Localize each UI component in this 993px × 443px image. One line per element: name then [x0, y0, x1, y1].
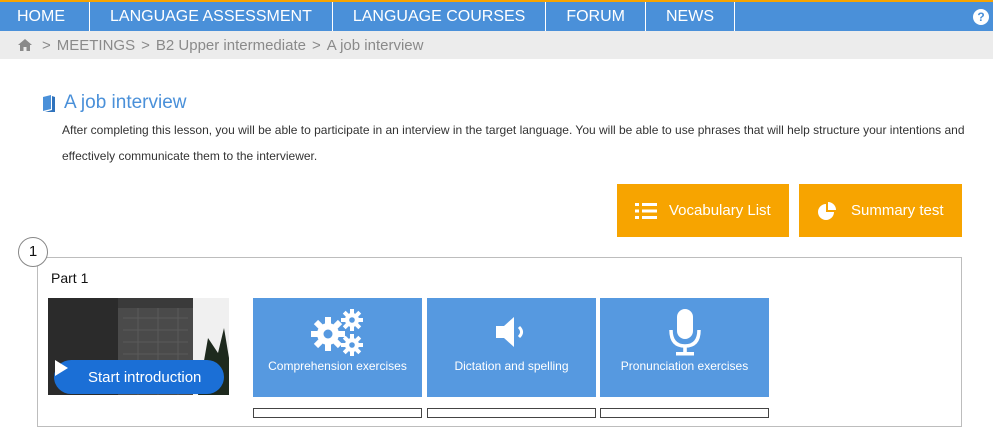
breadcrumb-separator: >: [311, 36, 321, 54]
vocabulary-list-label: Vocabulary List: [669, 202, 771, 219]
comprehension-progress-bar: [253, 408, 422, 418]
lesson-header: A job interview: [42, 92, 187, 114]
home-icon[interactable]: [18, 39, 32, 51]
book-icon: [43, 94, 55, 112]
nav-language-courses[interactable]: Language courses: [333, 2, 547, 31]
pie-chart-icon: [818, 201, 836, 220]
breadcrumb-current: A job interview: [326, 36, 424, 54]
summary-test-label: Summary test: [851, 202, 944, 219]
comprehension-exercises-label: Comprehension exercises: [268, 359, 407, 373]
pronunciation-progress-bar: [600, 408, 769, 418]
help-icon[interactable]: ?: [973, 9, 989, 25]
start-introduction-button[interactable]: Start introduction: [54, 360, 224, 394]
breadcrumb: > MEETINGS > B2 Upper intermediate > A j…: [0, 31, 993, 59]
breadcrumb-level[interactable]: B2 Upper intermediate: [156, 37, 306, 54]
nav-forum[interactable]: Forum: [546, 2, 646, 31]
nav-language-assessment[interactable]: Language assessment: [90, 2, 333, 31]
vocabulary-list-button[interactable]: Vocabulary List: [617, 184, 789, 237]
dictation-and-spelling-tile[interactable]: Dictation and spelling: [427, 298, 596, 397]
pronunciation-exercises-tile[interactable]: Pronunciation exercises: [600, 298, 769, 397]
summary-test-button[interactable]: Summary test: [799, 184, 962, 237]
page-title: A job interview: [64, 92, 187, 113]
part-title: Part 1: [51, 270, 89, 286]
part-number-badge: 1: [18, 237, 48, 267]
list-icon: [635, 202, 657, 219]
part-panel: Part 1 Start introduction Comprehension …: [37, 257, 962, 427]
start-introduction-label: Start introduction: [88, 368, 202, 386]
top-navigation: Home Language assessment Language course…: [0, 0, 993, 31]
nav-home[interactable]: Home: [0, 2, 90, 31]
breadcrumb-meetings[interactable]: MEETINGS: [57, 37, 135, 54]
nav-news[interactable]: News: [646, 2, 735, 31]
breadcrumb-separator: >: [42, 36, 51, 54]
play-icon: [54, 360, 88, 394]
intro-video-thumbnail[interactable]: Start introduction: [48, 298, 229, 395]
speaker-icon: [427, 304, 596, 359]
gears-icon: [253, 304, 422, 359]
pronunciation-exercises-label: Pronunciation exercises: [620, 359, 749, 373]
lesson-description: After completing this lesson, you will b…: [62, 123, 965, 163]
comprehension-exercises-tile[interactable]: Comprehension exercises: [253, 298, 422, 397]
microphone-icon: [600, 304, 769, 359]
breadcrumb-separator: >: [141, 36, 150, 54]
dictation-and-spelling-label: Dictation and spelling: [454, 359, 569, 373]
dictation-progress-bar: [427, 408, 596, 418]
